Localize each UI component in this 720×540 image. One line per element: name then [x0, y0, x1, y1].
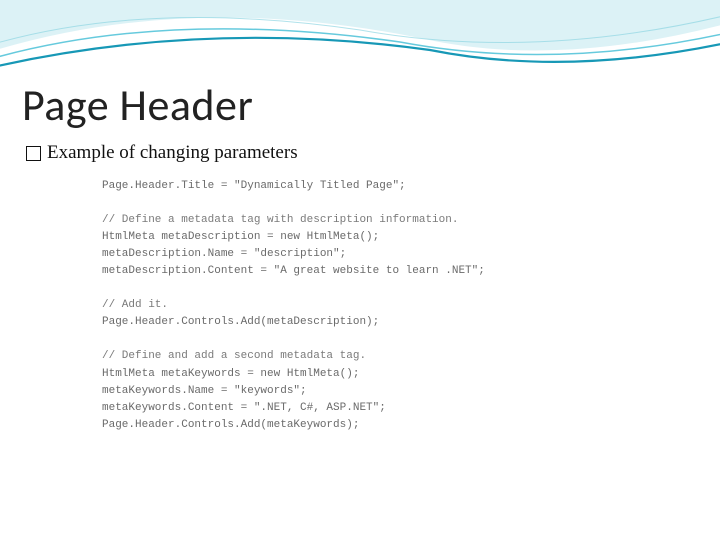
code-line: HtmlMeta metaDescription = new HtmlMeta(… — [102, 231, 379, 243]
bullet-text: Example of changing parameters — [47, 142, 298, 164]
code-comment: // Define and add a second metadata tag. — [102, 350, 366, 362]
square-bullet-icon — [26, 146, 41, 161]
code-line: metaKeywords.Name = "keywords"; — [102, 385, 307, 397]
code-line: HtmlMeta metaKeywords = new HtmlMeta(); — [102, 368, 359, 380]
code-comment: // Add it. — [102, 299, 168, 311]
code-line: Page.Header.Controls.Add(metaDescription… — [102, 316, 379, 328]
code-line: Page.Header.Controls.Add(metaKeywords); — [102, 419, 359, 431]
code-comment: // Define a metadata tag with descriptio… — [102, 214, 458, 226]
slide-content: Page Header Example of changing paramete… — [22, 78, 698, 434]
code-line: metaDescription.Name = "description"; — [102, 248, 346, 260]
code-line: Page.Header.Title = "Dynamically Titled … — [102, 180, 406, 192]
slide-title: Page Header — [22, 78, 698, 132]
code-snippet: Page.Header.Title = "Dynamically Titled … — [102, 178, 698, 434]
bullet-item: Example of changing parameters — [26, 142, 698, 164]
code-line: metaKeywords.Content = ".NET, C#, ASP.NE… — [102, 402, 386, 414]
code-line: metaDescription.Content = "A great websi… — [102, 265, 485, 277]
